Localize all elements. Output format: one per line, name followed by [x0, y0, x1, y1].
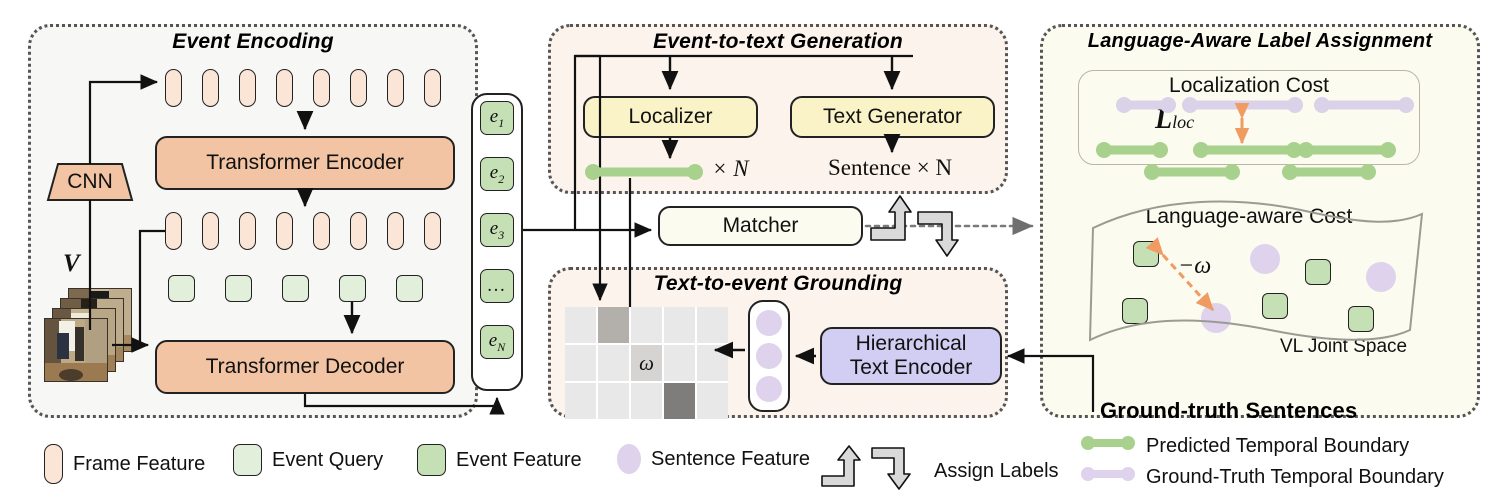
legend-groundtruth-boundary: Ground-Truth Temporal Boundary — [1080, 464, 1444, 490]
frame-feature-chip-icon — [44, 444, 63, 484]
event-feature-chip-icon — [417, 444, 446, 476]
legend-label: Frame Feature — [73, 452, 206, 475]
sentence-feature-circle-icon — [617, 444, 641, 474]
legend-label: Ground-Truth Temporal Boundary — [1146, 465, 1444, 488]
legend-label: Event Query — [272, 448, 384, 471]
legend-event-query: Event Query — [233, 444, 383, 476]
figure-canvas: Event Encoding Transformer Encoder Trans… — [0, 0, 1508, 502]
legend-label: Predicted Temporal Boundary — [1146, 434, 1410, 457]
legend-sentence-feature: Sentence Feature — [617, 444, 810, 474]
legend-assign-labels: Assign Labels — [820, 444, 1059, 498]
event-query-chip-icon — [233, 444, 262, 476]
connector-layer — [88, 54, 1424, 415]
legend-event-feature: Event Feature — [417, 444, 582, 476]
legend-label: Sentence Feature — [651, 447, 810, 470]
legend-predicted-boundary: Predicted Temporal Boundary — [1080, 433, 1409, 459]
purple-segment-icon — [1080, 464, 1136, 490]
legend-label: Event Feature — [456, 448, 582, 471]
legend-frame-feature: Frame Feature — [44, 444, 205, 484]
assign-labels-arrows-icon — [820, 444, 930, 498]
legend-label: Assign Labels — [934, 459, 1059, 482]
green-segment-icon — [1080, 433, 1136, 459]
